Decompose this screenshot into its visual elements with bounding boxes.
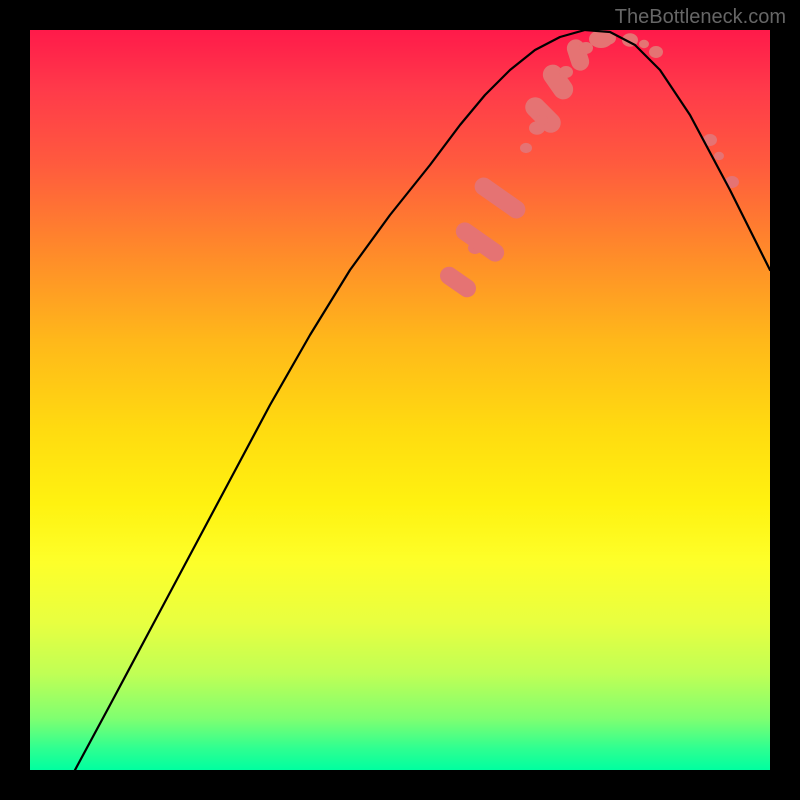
curve-marker-bar <box>539 61 577 104</box>
markers-group <box>436 30 739 301</box>
curve-marker-dot <box>649 46 663 58</box>
curve-marker-dot <box>536 115 548 125</box>
watermark-text: TheBottleneck.com <box>615 6 786 29</box>
curve-marker-dot <box>714 152 724 161</box>
curve-marker-bar <box>436 263 479 301</box>
bottleneck-curve-path <box>75 30 770 770</box>
curve-marker-dot <box>639 40 649 49</box>
curve-marker-dot <box>559 66 573 78</box>
curve-marker-bar <box>452 219 507 265</box>
chart-svg <box>30 30 770 770</box>
curve-marker-dot <box>520 143 532 153</box>
plot-area <box>30 30 770 770</box>
curve-marker-bar <box>471 174 529 222</box>
